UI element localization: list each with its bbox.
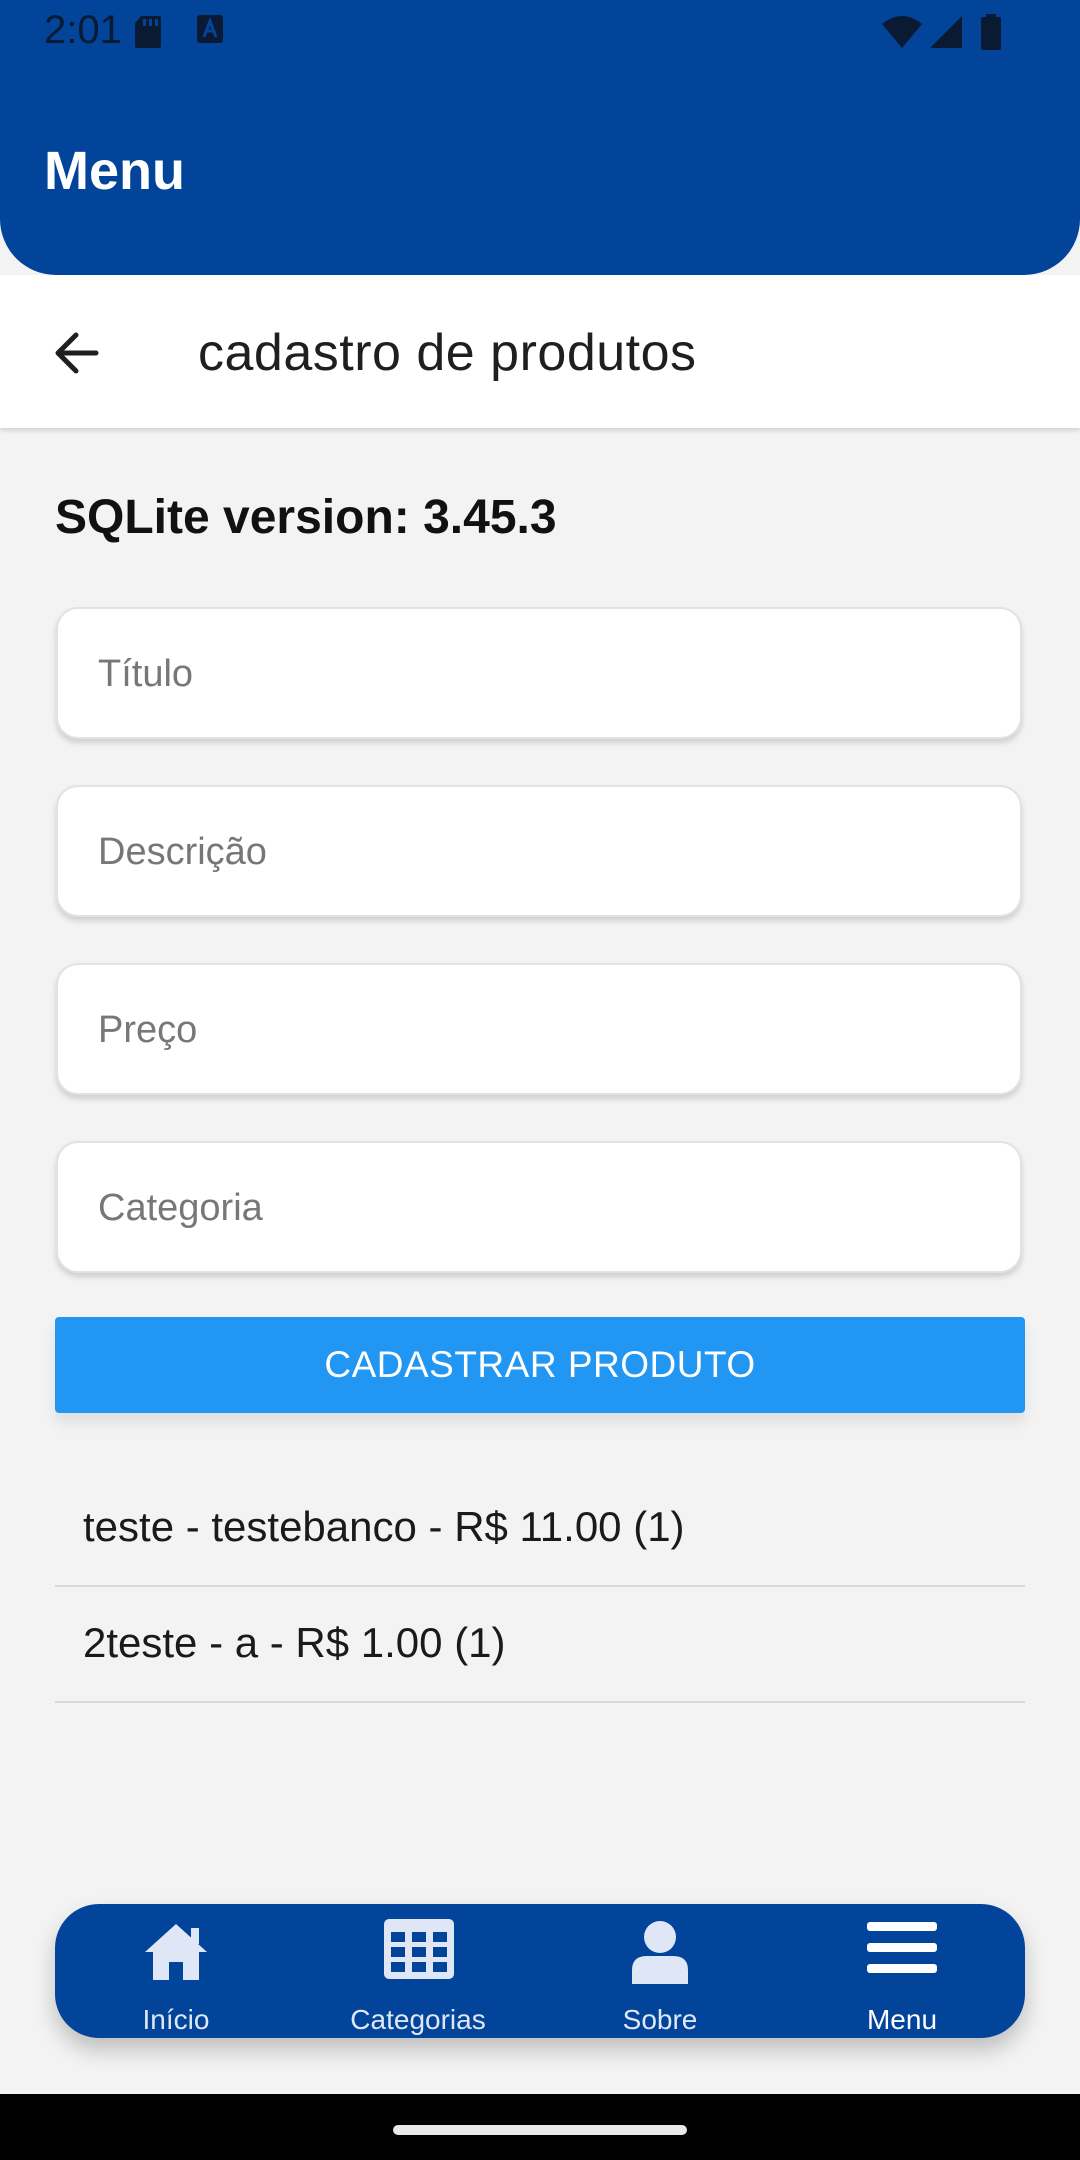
preco-input[interactable] <box>96 965 980 1095</box>
back-arrow-icon[interactable] <box>40 315 116 391</box>
product-list-item[interactable]: 2teste - a - R$ 1.00 (1) <box>55 1587 1025 1703</box>
product-text: teste - testebanco - R$ 11.00 (1) <box>83 1503 685 1550</box>
cadastrar-produto-button[interactable]: CADASTRAR PRODUTO <box>55 1317 1025 1413</box>
status-bar: 2:01 <box>0 0 1080 66</box>
tab-inicio[interactable]: Início <box>55 1904 297 2038</box>
system-nav-bar <box>0 2094 1080 2160</box>
sqlite-version-text: SQLite version: 3.45.3 <box>55 491 557 544</box>
tab-menu[interactable]: Menu <box>781 1904 1023 2038</box>
titulo-field <box>56 607 1022 739</box>
header-title: Menu <box>44 141 185 201</box>
grid-icon <box>384 1919 454 1979</box>
person-icon <box>632 1921 688 1984</box>
sd-card-icon <box>135 16 161 48</box>
categoria-field <box>56 1141 1022 1273</box>
descricao-field <box>56 785 1022 917</box>
cell-signal-icon <box>930 16 962 48</box>
wifi-icon <box>882 16 922 48</box>
app-screen: 2:01 Menu cadastro de produtos SQLite ve… <box>0 0 1080 2160</box>
product-list-item[interactable]: teste - testebanco - R$ 11.00 (1) <box>55 1471 1025 1587</box>
categoria-input[interactable] <box>96 1143 980 1273</box>
status-time: 2:01 <box>44 8 122 52</box>
battery-icon <box>981 14 1001 50</box>
descricao-input[interactable] <box>96 787 980 917</box>
tab-label: Início <box>142 2004 210 2035</box>
tab-label: Sobre <box>622 2004 698 2035</box>
menu-icon <box>867 1922 937 1973</box>
keyboard-a-icon <box>197 15 223 43</box>
app-header: 2:01 Menu <box>0 0 1080 275</box>
tab-label: Menu <box>866 2004 938 2035</box>
preco-field <box>56 963 1022 1095</box>
tab-categorias[interactable]: Categorias <box>297 1904 539 2038</box>
sub-toolbar: cadastro de produtos <box>0 275 1080 428</box>
home-icon <box>145 1924 207 1980</box>
titulo-input[interactable] <box>96 609 980 739</box>
bottom-tab-bar: Início Categorias Sobre Menu <box>55 1904 1025 2038</box>
page-title: cadastro de produtos <box>198 324 697 382</box>
product-text: 2teste - a - R$ 1.00 (1) <box>83 1619 506 1666</box>
tab-label: Categorias <box>350 2004 486 2035</box>
home-gesture-pill[interactable] <box>393 2125 687 2135</box>
tab-sobre[interactable]: Sobre <box>539 1904 781 2038</box>
